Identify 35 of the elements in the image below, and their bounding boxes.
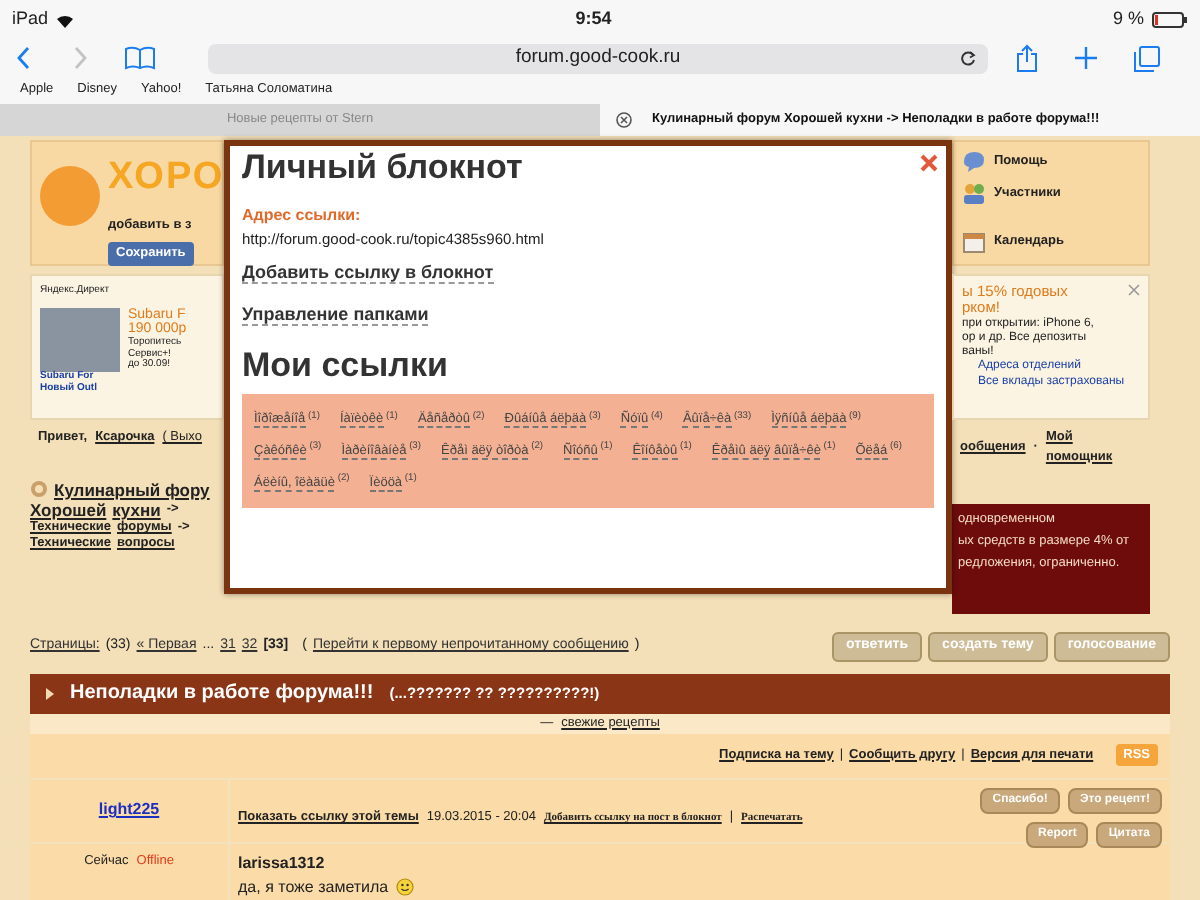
action-link[interactable]: Управление папками <box>242 304 429 327</box>
triangle-icon <box>46 687 54 699</box>
users-icon <box>962 182 986 206</box>
section-title: Мои ссылки <box>242 345 448 387</box>
share-icon[interactable] <box>1016 44 1038 72</box>
logo-text: ХОРО <box>108 154 225 202</box>
calendar-icon <box>962 230 986 254</box>
battery-percent: 9 % <box>1112 6 1144 33</box>
forum-icon <box>30 480 48 499</box>
breadcrumb-link[interactable]: Кулинарный фору <box>54 479 210 500</box>
book-icon[interactable] <box>124 46 156 70</box>
back-icon[interactable] <box>16 46 32 70</box>
tabs-icon[interactable] <box>1134 45 1160 71</box>
help-icon <box>962 150 986 174</box>
quote-author: larissa1312 <box>238 851 327 875</box>
address-bar[interactable]: forum.good-cook.ru <box>208 43 988 73</box>
wifi-icon <box>56 13 75 27</box>
breadcrumb-link[interactable]: Хорошей <box>30 499 107 521</box>
dialog-title: Личный блокнот <box>242 148 523 189</box>
photo-placeholder <box>40 307 120 372</box>
topic-title: Неполадки в работе форума!!! <box>70 680 374 708</box>
smiley-icon <box>396 878 415 896</box>
post-text: да, я тоже заметила <box>238 875 389 899</box>
action-link[interactable]: Добавить ссылку в блокнот <box>242 261 494 284</box>
battery-icon <box>1151 12 1188 28</box>
close-icon[interactable] <box>616 112 632 128</box>
mascot-logo <box>40 166 100 226</box>
author-link[interactable]: light225 <box>98 798 160 822</box>
plus-icon[interactable] <box>1074 46 1098 70</box>
close-icon[interactable] <box>920 154 938 172</box>
clock: 9:54 <box>575 6 612 33</box>
breadcrumb-link[interactable]: кухни <box>112 499 161 521</box>
carrier-label: iPad <box>12 6 49 33</box>
reload-icon[interactable] <box>960 50 976 66</box>
address-label: Адрес ссылки: <box>242 204 363 229</box>
